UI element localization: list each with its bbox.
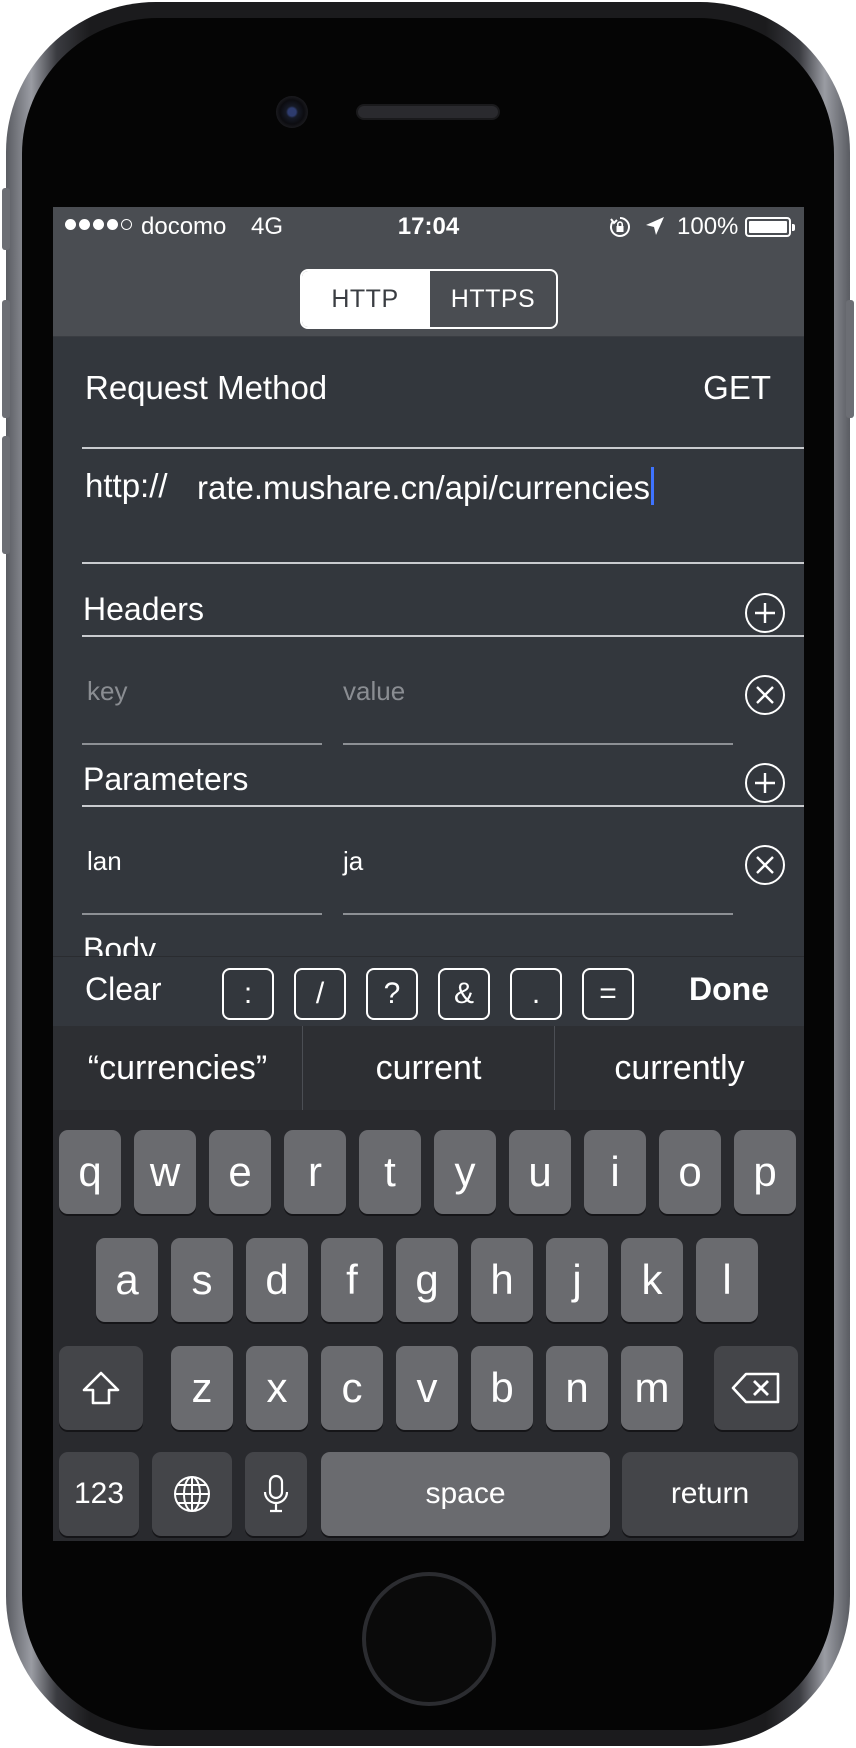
- key-g[interactable]: g: [396, 1238, 458, 1322]
- key-v[interactable]: v: [396, 1346, 458, 1430]
- dot-key[interactable]: .: [510, 968, 562, 1020]
- x-circle-icon: [756, 856, 774, 874]
- key-s[interactable]: s: [171, 1238, 233, 1322]
- key-b[interactable]: b: [471, 1346, 533, 1430]
- plus-circle-icon: [755, 773, 775, 793]
- url-scheme-prefix: http://: [85, 467, 168, 504]
- key-w[interactable]: w: [134, 1130, 196, 1214]
- key-k[interactable]: k: [621, 1238, 683, 1322]
- url-input-text: rate.mushare.cn/api/currencies: [197, 469, 651, 506]
- key-l[interactable]: l: [696, 1238, 758, 1322]
- colon-key[interactable]: :: [222, 968, 274, 1020]
- slash-key[interactable]: /: [294, 968, 346, 1020]
- ampersand-key[interactable]: &: [438, 968, 490, 1020]
- backspace-icon: [731, 1372, 780, 1404]
- predictive-bar: “currencies” current currently: [53, 1026, 804, 1110]
- key-h[interactable]: h: [471, 1238, 533, 1322]
- equals-key[interactable]: =: [582, 968, 634, 1020]
- key-i[interactable]: i: [584, 1130, 646, 1214]
- suggestion-item[interactable]: current: [303, 1026, 554, 1110]
- home-button[interactable]: [362, 1572, 496, 1706]
- remove-header-button[interactable]: [745, 675, 785, 715]
- header-value-input[interactable]: value: [343, 676, 405, 707]
- key-n[interactable]: n: [546, 1346, 608, 1430]
- battery-icon: [745, 217, 795, 237]
- x-circle-icon: [756, 686, 774, 704]
- mute-switch: [2, 188, 10, 250]
- key-u[interactable]: u: [509, 1130, 571, 1214]
- key-o[interactable]: o: [659, 1130, 721, 1214]
- numbers-key[interactable]: 123: [59, 1452, 139, 1536]
- key-r[interactable]: r: [284, 1130, 346, 1214]
- shift-arrow-icon: [82, 1371, 120, 1405]
- key-c[interactable]: c: [321, 1346, 383, 1430]
- header-value-underline: [343, 743, 733, 745]
- plus-circle-icon: [755, 603, 775, 623]
- key-z[interactable]: z: [171, 1346, 233, 1430]
- key-d[interactable]: d: [246, 1238, 308, 1322]
- key-m[interactable]: m: [621, 1346, 683, 1430]
- space-key[interactable]: space: [321, 1452, 610, 1536]
- keyboard: q w e r t y u i o p a s d f g h j k l z …: [53, 1110, 804, 1541]
- key-y[interactable]: y: [434, 1130, 496, 1214]
- url-input[interactable]: rate.mushare.cn/api/currencies: [197, 467, 655, 507]
- battery-percent: 100%: [677, 213, 739, 240]
- suggestion-item[interactable]: “currencies”: [53, 1026, 302, 1110]
- segment-https[interactable]: HTTPS: [428, 271, 556, 327]
- clear-button[interactable]: Clear: [85, 971, 161, 1008]
- divider: [82, 805, 804, 807]
- done-button[interactable]: Done: [689, 971, 769, 1008]
- key-x[interactable]: x: [246, 1346, 308, 1430]
- add-parameter-button[interactable]: [745, 763, 785, 803]
- header-key-input[interactable]: key: [87, 676, 127, 707]
- key-a[interactable]: a: [96, 1238, 158, 1322]
- parameter-key-underline: [82, 913, 322, 915]
- headers-title: Headers: [83, 591, 204, 627]
- key-t[interactable]: t: [359, 1130, 421, 1214]
- front-camera: [276, 96, 308, 128]
- key-j[interactable]: j: [546, 1238, 608, 1322]
- add-header-button[interactable]: [745, 593, 785, 633]
- globe-key[interactable]: [152, 1452, 232, 1536]
- volume-down-button: [2, 436, 10, 554]
- parameters-title: Parameters: [83, 761, 249, 797]
- question-key[interactable]: ?: [366, 968, 418, 1020]
- key-q[interactable]: q: [59, 1130, 121, 1214]
- protocol-segmented-control[interactable]: HTTP HTTPS: [300, 269, 558, 329]
- segment-http[interactable]: HTTP: [302, 271, 428, 327]
- power-button: [846, 300, 854, 418]
- divider: [82, 562, 804, 564]
- microphone-icon: [263, 1474, 289, 1513]
- location-arrow-icon: [646, 217, 664, 235]
- divider: [82, 635, 804, 637]
- orientation-lock-icon: [610, 217, 630, 237]
- earpiece-speaker: [356, 104, 500, 120]
- divider: [82, 447, 804, 449]
- parameter-value-underline: [343, 913, 733, 915]
- delete-key[interactable]: [714, 1346, 798, 1430]
- protocol-bar: HTTP HTTPS: [53, 247, 804, 337]
- request-method-value[interactable]: GET: [703, 369, 771, 407]
- return-key[interactable]: return: [622, 1452, 798, 1536]
- key-p[interactable]: p: [734, 1130, 796, 1214]
- volume-up-button: [2, 300, 10, 418]
- dictation-key[interactable]: [245, 1452, 307, 1536]
- status-bar: docomo 4G 17:04 100%: [53, 207, 804, 247]
- request-method-label: Request Method: [85, 369, 328, 406]
- parameter-key-input[interactable]: lan: [87, 846, 122, 877]
- parameter-value-input[interactable]: ja: [343, 846, 363, 877]
- remove-parameter-button[interactable]: [745, 845, 785, 885]
- keyboard-accessory-bar: Clear : / ? & . = Done: [53, 956, 804, 1026]
- suggestion-item[interactable]: currently: [555, 1026, 804, 1110]
- text-caret: [651, 467, 655, 505]
- shift-key[interactable]: [59, 1346, 143, 1430]
- globe-icon: [174, 1476, 210, 1512]
- key-f[interactable]: f: [321, 1238, 383, 1322]
- screen: docomo 4G 17:04 100% HTTP HTTPS Request …: [53, 207, 804, 1541]
- key-e[interactable]: e: [209, 1130, 271, 1214]
- header-key-underline: [82, 743, 322, 745]
